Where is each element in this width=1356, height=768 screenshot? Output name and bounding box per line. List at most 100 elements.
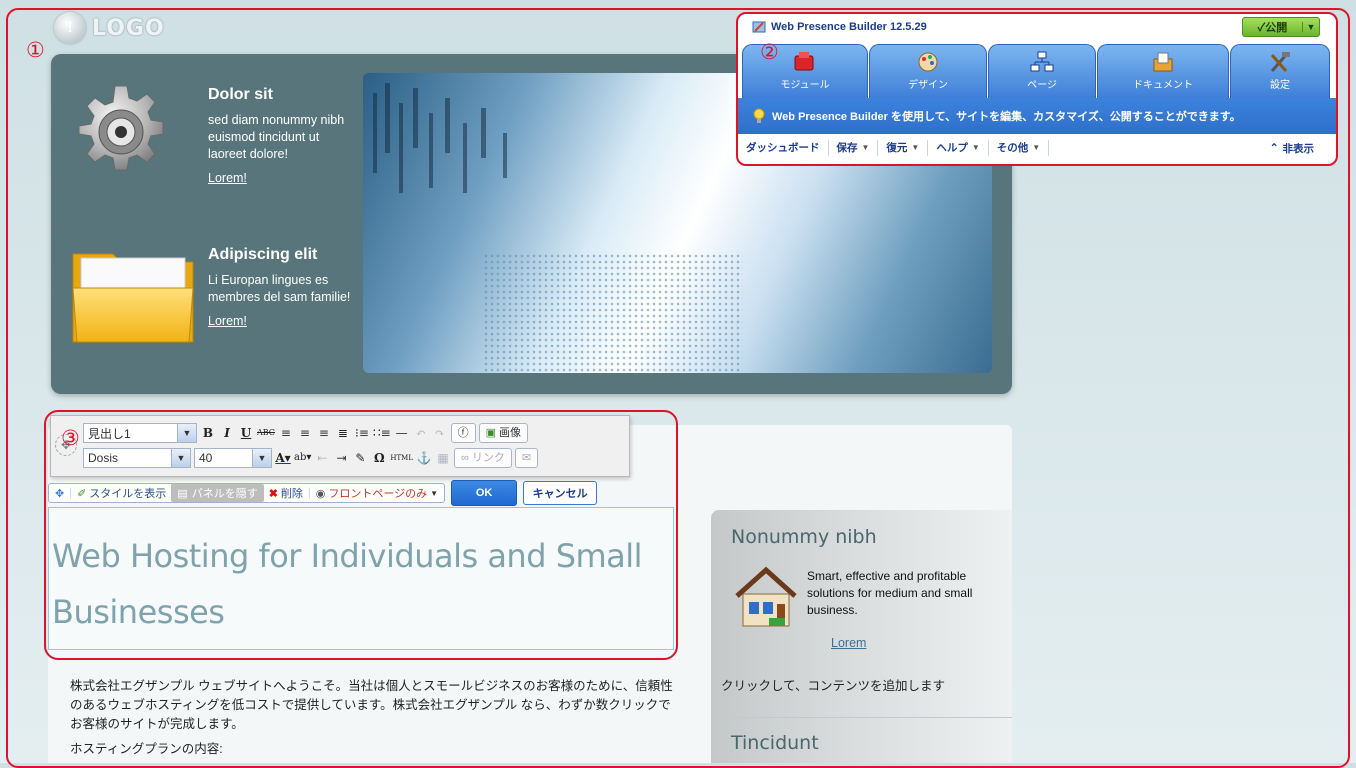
hero-block-2-text: Li Europan lingues es membres del sam fa… xyxy=(208,273,351,304)
hide-panel-toggle[interactable]: ▤ パネルを隠す xyxy=(171,484,264,502)
underline-button[interactable]: U xyxy=(238,424,254,442)
horizontal-rule-icon[interactable]: — xyxy=(394,424,410,442)
gear-icon xyxy=(78,85,164,171)
hide-panel-button[interactable]: ⌃ 非表示 xyxy=(1270,141,1314,156)
wpb-title: Web Presence Builder 12.5.29 xyxy=(752,20,927,34)
panel-icon: ▤ xyxy=(177,487,188,500)
tab-pages[interactable]: ページ xyxy=(988,44,1096,98)
chevron-down-icon: ▼ xyxy=(252,449,271,467)
collapse-up-icon: ⌃ xyxy=(1269,142,1279,154)
hero-block-1-link[interactable]: Lorem! xyxy=(208,171,247,185)
insert-link-button[interactable]: ∞ リンク xyxy=(453,448,512,468)
wpb-menubar: ダッシュボード 保存 ▼ 復元 ▼ ヘルプ ▼ その他 ▼ ⌃ 非表示 xyxy=(738,134,1336,162)
heading-editable-area[interactable]: Web Hosting for Individuals and Small Bus… xyxy=(48,507,674,650)
brush-icon: ✐ xyxy=(77,487,87,500)
tab-pages-label: ページ xyxy=(1027,80,1057,91)
publish-button[interactable]: ✓公開 ▼ xyxy=(1242,17,1320,37)
tip-text: Web Presence Builder を使用して、サイトを編集、カスタマイズ… xyxy=(772,111,1241,123)
chevron-down-icon: ▼ xyxy=(171,449,190,467)
tab-settings[interactable]: 設定 xyxy=(1230,44,1330,98)
tip-bar: Web Presence Builder を使用して、サイトを編集、カスタマイズ… xyxy=(738,98,1336,134)
align-justify-icon[interactable]: ≣ xyxy=(335,424,351,442)
hero-block-1-text: sed diam nonummy nibh euismod tincidunt … xyxy=(208,113,345,161)
ok-button[interactable]: OK xyxy=(451,480,518,506)
menu-more[interactable]: その他 ▼ xyxy=(989,140,1050,156)
bullet-list-icon[interactable]: ∷≡ xyxy=(373,424,391,442)
sidebar-title-2: Tincidunt xyxy=(731,732,819,754)
widget-options-pill: ✥ | ✐ スタイルを表示 ▤ パネルを隠す ✖ 削除 | ◉ フロントページのみ ▼ xyxy=(48,483,446,503)
folder-icon xyxy=(72,253,194,343)
wpb-title-text: Web Presence Builder 12.5.29 xyxy=(771,21,927,33)
logo-emblem-icon: ! xyxy=(54,12,86,44)
font-color-button[interactable]: A▾ xyxy=(275,449,291,467)
tab-design-label: デザイン xyxy=(908,80,948,91)
move-icon[interactable]: ✥ xyxy=(55,487,64,500)
special-character-icon[interactable]: Ω xyxy=(371,449,387,467)
highlight-color-button[interactable]: ab▾ xyxy=(294,449,311,467)
hero-block-2-link[interactable]: Lorem! xyxy=(208,314,247,328)
pages-icon xyxy=(1030,51,1054,73)
widget-action-bar: ✥ | ✐ スタイルを表示 ▤ パネルを隠す ✖ 削除 | ◉ フロントページのみ ▼ O… xyxy=(48,480,598,506)
design-icon xyxy=(916,51,940,73)
wpb-tabs: モジュール デザイン ページ ドキュメント 設定 xyxy=(742,44,1332,98)
sidebar-text: Smart, effective and profitable solution… xyxy=(807,569,973,617)
edit-note-icon[interactable]: ✎ xyxy=(352,449,368,467)
link-icon: ∞ xyxy=(460,452,469,464)
front-page-only-dropdown[interactable]: ◉ フロントページのみ ▼ xyxy=(316,485,438,501)
paragraph-style-select[interactable]: 見出し1 ▼ xyxy=(83,423,197,443)
indent-icon[interactable]: ⇥ xyxy=(333,449,349,467)
intro-text[interactable]: 株式会社エグザンプル ウェブサイトへようこそ。当社は個人とスモールビジネスのお客… xyxy=(70,677,690,765)
wpb-app-icon xyxy=(752,21,766,33)
font-family-select[interactable]: Dosis ▼ xyxy=(83,448,191,468)
hero-block-1: Dolor sit sed diam nonummy nibh euismod … xyxy=(208,86,358,185)
anchor-icon[interactable]: ⚓ xyxy=(416,449,432,467)
undo-icon[interactable]: ↶ xyxy=(413,424,429,442)
add-content-placeholder[interactable]: クリックして、コンテンツを追加します xyxy=(721,675,945,694)
tab-document-label: ドキュメント xyxy=(1133,80,1193,91)
strikethrough-button[interactable]: ABC xyxy=(257,424,275,442)
font-size-select[interactable]: 40 ▼ xyxy=(194,448,272,468)
site-logo[interactable]: ! LOGO xyxy=(54,12,165,44)
restore-dropdown-icon[interactable]: ▼ xyxy=(911,140,919,156)
flash-button[interactable]: ⓕ xyxy=(450,423,476,443)
hero-block-1-title: Dolor sit xyxy=(208,86,273,103)
cancel-button[interactable]: キャンセル xyxy=(523,481,598,505)
menu-dashboard[interactable]: ダッシュボード xyxy=(738,140,829,156)
delete-x-icon: ✖ xyxy=(268,487,278,500)
align-right-icon[interactable]: ≡ xyxy=(316,424,332,442)
menu-restore[interactable]: 復元 ▼ xyxy=(878,140,929,156)
house-icon xyxy=(735,566,797,627)
align-left-icon[interactable]: ≡ xyxy=(278,424,294,442)
html-button[interactable]: HTML xyxy=(390,449,413,467)
menu-save[interactable]: 保存 ▼ xyxy=(829,140,879,156)
outdent-icon[interactable]: ⇤ xyxy=(314,449,330,467)
more-dropdown-icon: ▼ xyxy=(1032,143,1041,152)
email-button[interactable]: ✉ xyxy=(514,448,539,468)
table-icon[interactable]: ▦ xyxy=(435,449,451,467)
tab-design[interactable]: デザイン xyxy=(869,44,987,98)
chevron-down-icon: ▼ xyxy=(177,424,196,442)
delete-button[interactable]: ✖ 削除 xyxy=(269,485,303,501)
italic-button[interactable]: I xyxy=(219,424,235,442)
show-styles-button[interactable]: ✐ スタイルを表示 xyxy=(77,485,166,501)
lightbulb-icon xyxy=(753,108,765,123)
sidebar-divider xyxy=(731,717,1012,718)
sidebar-link[interactable]: Lorem xyxy=(831,636,866,650)
redo-icon[interactable]: ↷ xyxy=(432,424,448,442)
insert-image-button[interactable]: ▣ 画像 xyxy=(478,423,529,443)
save-dropdown-icon[interactable]: ▼ xyxy=(862,140,870,156)
text-editor-toolbar: ✥ 見出し1 ▼ B I U ABC ≡ ≡ ≡ ≣ ⁝≡ ∷≡ — ↶ ↷ ⓕ … xyxy=(50,415,630,477)
web-presence-builder-panel: Web Presence Builder 12.5.29 ✓公開 ▼ モジュール… xyxy=(738,14,1336,164)
settings-icon xyxy=(1268,51,1292,73)
bold-button[interactable]: B xyxy=(200,424,216,442)
tab-document[interactable]: ドキュメント xyxy=(1097,44,1229,98)
annotation-label-3: ③ xyxy=(61,426,80,450)
publish-dropdown-arrow-icon[interactable]: ▼ xyxy=(1302,22,1319,32)
page-heading[interactable]: Web Hosting for Individuals and Small Bus… xyxy=(49,508,673,640)
numbered-list-icon[interactable]: ⁝≡ xyxy=(354,424,370,442)
flash-icon: ⓕ xyxy=(457,427,469,439)
align-center-icon[interactable]: ≡ xyxy=(297,424,313,442)
menu-help[interactable]: ヘルプ ▼ xyxy=(928,140,989,156)
hero-block-2: Adipiscing elit Li Europan lingues es me… xyxy=(208,246,358,328)
annotation-label-1: ① xyxy=(26,38,45,62)
